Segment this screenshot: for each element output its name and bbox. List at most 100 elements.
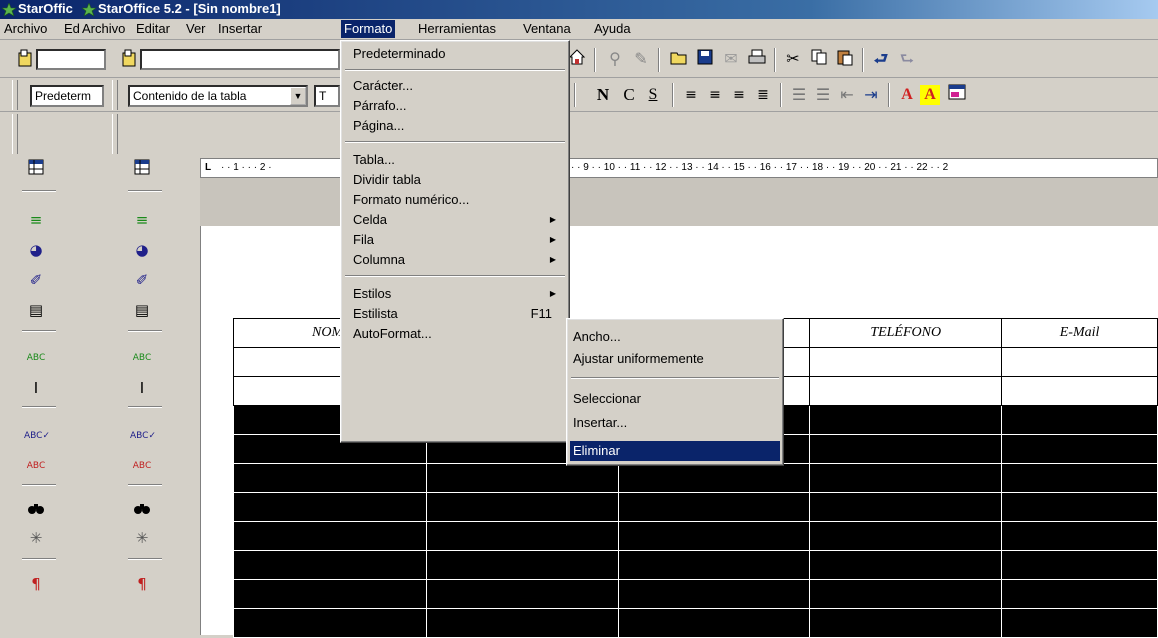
cut-icon[interactable]: ✂ xyxy=(782,48,804,70)
table-cell[interactable] xyxy=(1001,376,1158,406)
edit-file-icon[interactable] xyxy=(14,48,36,70)
open-folder-icon[interactable] xyxy=(668,48,690,70)
table-cell[interactable] xyxy=(617,521,811,551)
menu-ver[interactable]: Ver xyxy=(186,21,206,36)
bullets-icon[interactable]: ☰ xyxy=(812,84,834,106)
table-cell[interactable] xyxy=(809,463,1003,493)
submenu-item-eliminar[interactable]: Eliminar xyxy=(570,441,780,461)
decrease-indent-icon[interactable]: ⇤ xyxy=(836,84,858,106)
table-cell[interactable] xyxy=(809,608,1003,638)
table-cell[interactable] xyxy=(233,492,427,522)
text-animation-icon[interactable]: ABC xyxy=(130,346,154,370)
menu-item-parrafo[interactable]: Párrafo... xyxy=(344,96,566,116)
form-functions-icon[interactable]: ▤ xyxy=(130,298,154,322)
insert-fields-icon[interactable]: ≡ xyxy=(130,208,154,232)
menu-item-formato-numerico[interactable]: Formato numérico... xyxy=(344,190,566,210)
menu-archivo[interactable]: Archivo xyxy=(82,21,125,36)
navigator-icon[interactable]: ✳ xyxy=(130,526,154,550)
align-center-icon[interactable]: ≡ xyxy=(704,84,726,106)
menu-archivo-background[interactable]: Archivo xyxy=(4,21,47,36)
background-color-icon[interactable] xyxy=(946,84,968,106)
table-cell[interactable] xyxy=(1001,521,1158,551)
menu-item-fila[interactable]: Fila ▶ xyxy=(344,230,566,250)
table-header-cell[interactable]: TELÉFONO xyxy=(809,318,1003,348)
font-color-button[interactable]: A xyxy=(896,84,918,106)
table-cell[interactable] xyxy=(809,376,1003,406)
table-cell[interactable] xyxy=(809,405,1003,435)
toolbar-grip[interactable] xyxy=(112,114,118,154)
toolbar-grip[interactable] xyxy=(12,80,18,110)
table-cell[interactable] xyxy=(1001,463,1158,493)
menu-editar[interactable]: Editar xyxy=(136,21,170,36)
submenu-item-ancho[interactable]: Ancho... xyxy=(570,327,780,347)
text-animation-icon[interactable]: ABC xyxy=(24,346,48,370)
table-cell[interactable] xyxy=(809,579,1003,609)
menu-item-caracter[interactable]: Carácter... xyxy=(344,76,566,96)
show-draw-functions-icon[interactable]: ✐ xyxy=(24,268,48,292)
spellcheck-icon[interactable]: ABC✓ xyxy=(24,424,50,448)
table-cell[interactable] xyxy=(617,492,811,522)
table-cell[interactable] xyxy=(617,608,811,638)
table-cell[interactable] xyxy=(233,579,427,609)
table-cell[interactable] xyxy=(1001,579,1158,609)
insert-object-icon[interactable]: ◕ xyxy=(24,238,48,262)
show-draw-functions-icon[interactable]: ✐ xyxy=(130,268,154,292)
pilcrow-icon[interactable]: ¶ xyxy=(130,572,154,596)
insert-table-icon[interactable] xyxy=(24,158,48,182)
table-cell[interactable] xyxy=(425,463,619,493)
bold-button[interactable]: N xyxy=(592,84,614,106)
auto-spellcheck-icon[interactable]: ABC xyxy=(130,454,154,478)
table-cell[interactable] xyxy=(1001,492,1158,522)
highlight-button[interactable]: A xyxy=(920,85,940,105)
print-icon[interactable] xyxy=(746,48,768,70)
menu-item-autoformat[interactable]: AutoFormat... xyxy=(344,324,566,344)
menu-item-tabla[interactable]: Tabla... xyxy=(344,150,566,170)
chevron-down-icon[interactable]: ▼ xyxy=(290,87,306,105)
table-cell[interactable] xyxy=(425,579,619,609)
increase-indent-icon[interactable]: ⇥ xyxy=(860,84,882,106)
table-cell[interactable] xyxy=(809,550,1003,580)
table-cell[interactable] xyxy=(233,521,427,551)
table-cell[interactable] xyxy=(1001,550,1158,580)
table-cell[interactable] xyxy=(1001,434,1158,464)
italic-button[interactable]: C xyxy=(618,84,640,106)
paste-icon[interactable] xyxy=(834,48,856,70)
save-icon[interactable] xyxy=(694,48,716,70)
table-cell[interactable] xyxy=(617,463,811,493)
paragraph-style-combo[interactable]: Contenido de la tabla ▼ xyxy=(128,85,308,107)
align-right-icon[interactable]: ≡ xyxy=(728,84,750,106)
menu-item-pagina[interactable]: Página... xyxy=(344,116,566,136)
pilcrow-icon[interactable]: ¶ xyxy=(24,572,48,596)
insert-table-icon[interactable] xyxy=(130,158,154,182)
insert-object-icon[interactable]: ◕ xyxy=(130,238,154,262)
table-cell[interactable] xyxy=(425,550,619,580)
submenu-item-insertar[interactable]: Insertar... xyxy=(570,413,780,433)
table-cell[interactable] xyxy=(425,521,619,551)
numbering-icon[interactable]: ☰ xyxy=(788,84,810,106)
menu-item-dividir-tabla[interactable]: Dividir tabla xyxy=(344,170,566,190)
table-cell[interactable] xyxy=(617,550,811,580)
table-cell[interactable] xyxy=(617,579,811,609)
binoculars-icon[interactable] xyxy=(24,498,48,522)
binoculars-icon[interactable] xyxy=(130,498,154,522)
undo-icon[interactable]: ⮐ xyxy=(870,48,892,70)
underline-button[interactable]: S xyxy=(642,84,664,106)
spellcheck-icon[interactable]: ABC✓ xyxy=(130,424,156,448)
justify-icon[interactable]: ≣ xyxy=(752,84,774,106)
edit-file-icon[interactable] xyxy=(118,48,140,70)
table-cell[interactable] xyxy=(809,434,1003,464)
menu-herramientas[interactable]: Herramientas xyxy=(418,21,496,36)
menu-item-celda[interactable]: Celda ▶ xyxy=(344,210,566,230)
menu-editar-background[interactable]: Ed xyxy=(64,21,80,36)
table-cell[interactable] xyxy=(809,347,1003,377)
url-field-left[interactable] xyxy=(36,49,106,70)
table-cell[interactable] xyxy=(233,550,427,580)
font-name-combo[interactable]: T xyxy=(314,85,340,107)
auto-spellcheck-icon[interactable]: ABC xyxy=(24,454,48,478)
toolbar-grip[interactable] xyxy=(12,114,18,154)
insert-fields-icon[interactable]: ≡ xyxy=(24,208,48,232)
text-cursor-icon[interactable]: Ⅰ xyxy=(24,376,48,400)
submenu-item-ajustar-uniformemente[interactable]: Ajustar uniformemente xyxy=(570,349,780,369)
style-combo-left[interactable]: Predeterm xyxy=(30,85,104,107)
table-cell[interactable] xyxy=(1001,405,1158,435)
